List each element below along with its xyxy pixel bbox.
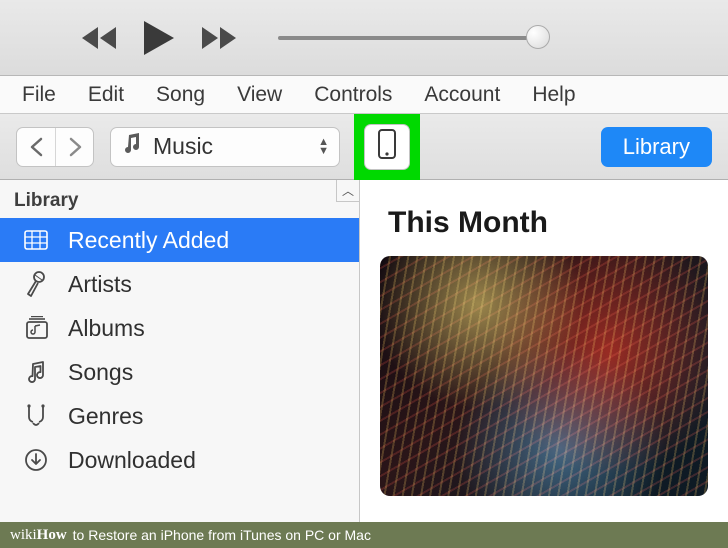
menu-view[interactable]: View: [223, 79, 296, 111]
nav-back-forward: [16, 127, 94, 167]
mic-icon: [22, 271, 50, 297]
playback-bar: [0, 0, 728, 76]
phone-icon: [377, 129, 397, 164]
device-button-highlight: [354, 114, 420, 180]
sidebar-item-recently-added[interactable]: Recently Added: [0, 218, 359, 262]
seek-thumb[interactable]: [526, 25, 550, 49]
sidebar-item-downloaded[interactable]: Downloaded: [0, 438, 359, 482]
sidebar-item-label: Songs: [68, 359, 133, 386]
scroll-up-button[interactable]: ︿: [336, 180, 360, 202]
download-icon: [22, 448, 50, 472]
sidebar-list: Recently Added Artists Albums Songs Genres Do…: [0, 218, 359, 482]
category-label: Music: [153, 133, 308, 160]
sidebar-item-artists[interactable]: Artists: [0, 262, 359, 306]
sidebar-item-label: Albums: [68, 315, 145, 342]
library-button[interactable]: Library: [601, 127, 712, 167]
sidebar-item-albums[interactable]: Albums: [0, 306, 359, 350]
menu-controls[interactable]: Controls: [300, 79, 406, 111]
sidebar-item-genres[interactable]: Genres: [0, 394, 359, 438]
sidebar-item-label: Recently Added: [68, 227, 229, 254]
menubar: FileEditSongViewControlsAccountHelp: [0, 76, 728, 114]
sidebar-item-songs[interactable]: Songs: [0, 350, 359, 394]
back-button[interactable]: [17, 128, 55, 166]
music-note-icon: [121, 132, 143, 161]
category-dropdown[interactable]: Music ▲▼: [110, 127, 340, 167]
content-area: ︿ Library Recently Added Artists Albums Son…: [0, 180, 728, 522]
sidebar: ︿ Library Recently Added Artists Albums Son…: [0, 180, 360, 522]
toolbar: Music ▲▼ Library: [0, 114, 728, 180]
forward-icon[interactable]: [200, 25, 238, 51]
seek-track: [278, 36, 538, 40]
playback-controls: [80, 19, 238, 57]
menu-help[interactable]: Help: [518, 79, 589, 111]
menu-song[interactable]: Song: [142, 79, 219, 111]
play-icon[interactable]: [142, 19, 176, 57]
caption-brand-b: How: [37, 527, 67, 543]
stepper-icon: ▲▼: [318, 138, 329, 156]
sidebar-header: Library: [0, 180, 359, 218]
album-art-thumbnail[interactable]: [380, 256, 708, 496]
device-button[interactable]: [364, 124, 410, 170]
main-heading: This Month: [388, 206, 708, 240]
main-pane: This Month: [360, 180, 728, 522]
sidebar-item-label: Artists: [68, 271, 132, 298]
seek-slider[interactable]: [278, 0, 708, 75]
note-icon: [22, 360, 50, 384]
grid-icon: [22, 230, 50, 250]
caption-bar: wikiHow to Restore an iPhone from iTunes…: [0, 522, 728, 548]
menu-account[interactable]: Account: [410, 79, 514, 111]
forward-button[interactable]: [55, 128, 93, 166]
caption-brand-a: wiki: [10, 527, 37, 543]
guitar-icon: [22, 403, 50, 429]
menu-file[interactable]: File: [8, 79, 70, 111]
rewind-icon[interactable]: [80, 25, 118, 51]
sidebar-item-label: Downloaded: [68, 447, 196, 474]
sidebar-item-label: Genres: [68, 403, 143, 430]
caption-text: to Restore an iPhone from iTunes on PC o…: [73, 527, 371, 543]
wikihow-logo: wikiHow: [10, 527, 67, 544]
albums-icon: [22, 316, 50, 340]
menu-edit[interactable]: Edit: [74, 79, 138, 111]
library-button-label: Library: [623, 134, 690, 160]
